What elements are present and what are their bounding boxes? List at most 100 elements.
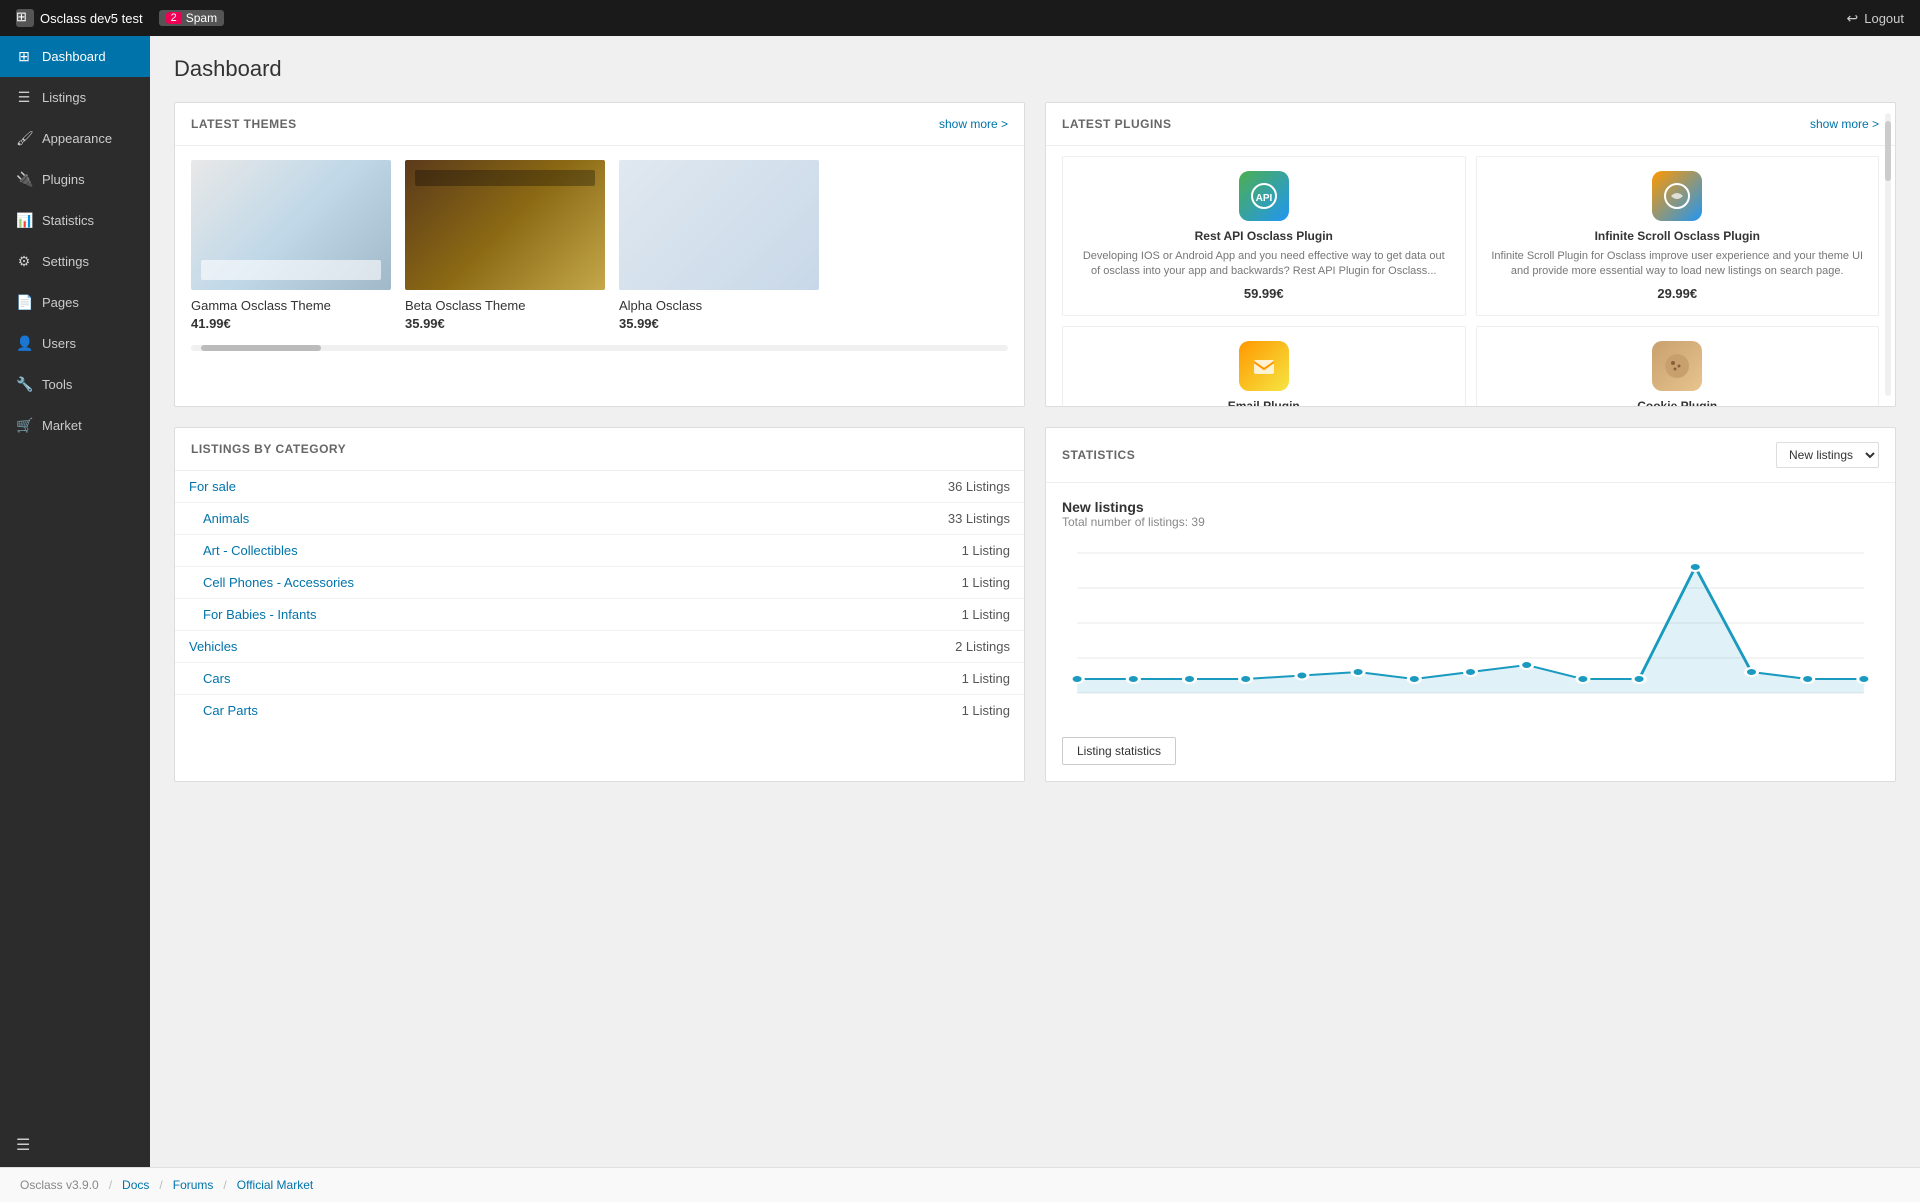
- statistics-body: New listings Total number of listings: 3…: [1046, 483, 1895, 781]
- sidebar-item-statistics[interactable]: 📊 Statistics: [0, 200, 150, 241]
- statistics-section-title: STATISTICS: [1062, 448, 1135, 462]
- theme-price-3: 35.99€: [619, 316, 819, 331]
- category-name[interactable]: Art - Collectibles: [175, 535, 754, 567]
- statistics-chart-title: New listings: [1062, 499, 1879, 515]
- theme-name-2: Beta Osclass Theme: [405, 298, 605, 313]
- sidebar-icon-plugins: 🔌: [16, 171, 32, 188]
- category-name[interactable]: Vehicles: [175, 631, 754, 663]
- sidebar-label-market: Market: [42, 418, 82, 433]
- sidebar-label-settings: Settings: [42, 254, 89, 269]
- sidebar-icon-listings: ☰: [16, 89, 32, 106]
- listings-by-category-card: LISTINGS BY CATEGORY For sale36 Listings…: [174, 427, 1025, 782]
- sidebar-item-pages[interactable]: 📄Pages: [0, 282, 150, 323]
- sidebar-label-statistics: Statistics: [42, 213, 94, 228]
- listings-category-title: LISTINGS BY CATEGORY: [191, 442, 346, 456]
- themes-show-more[interactable]: show more >: [939, 117, 1008, 131]
- table-row: Vehicles2 Listings: [175, 631, 1024, 663]
- sidebar: ⊞ Dashboard ☰Listings🖌Appearance 🔌 Plugins 📊 S…: [0, 36, 150, 1167]
- table-row: Cars1 Listing: [175, 663, 1024, 695]
- category-name[interactable]: Animals: [175, 503, 754, 535]
- category-name[interactable]: Cars: [175, 663, 754, 695]
- logout-icon: ↩: [1847, 10, 1859, 27]
- sidebar-item-settings[interactable]: ⚙ Settings: [0, 241, 150, 282]
- plugin-name-2: Infinite Scroll Osclass Plugin: [1491, 229, 1865, 243]
- listings-category-body: For sale36 ListingsAnimals33 ListingsArt…: [175, 471, 1024, 726]
- plugin-item-1: API Rest API Osclass Plugin Developing I…: [1062, 156, 1466, 316]
- statistics-chart: [1062, 543, 1879, 723]
- category-count: 1 Listing: [754, 663, 1024, 695]
- sidebar-icon-market: 🛒: [16, 417, 32, 434]
- theme-price-2: 35.99€: [405, 316, 605, 331]
- table-row: Art - Collectibles1 Listing: [175, 535, 1024, 567]
- sidebar-item-users[interactable]: 👤Users: [0, 323, 150, 364]
- sidebar-icon-users: 👤: [16, 335, 32, 352]
- footer-forums-link[interactable]: Forums: [173, 1178, 214, 1192]
- sidebar-item-market[interactable]: 🛒 Market: [0, 405, 150, 446]
- statistics-card-header: STATISTICS New listings Views Clicks: [1046, 428, 1895, 483]
- sidebar-icon-tools: 🔧: [16, 376, 32, 393]
- sidebar-icon-settings: ⚙: [16, 253, 32, 270]
- plugin-price-2: 29.99€: [1491, 286, 1865, 301]
- plugins-scrollbar-thumb: [1885, 121, 1891, 181]
- theme-name-1: Gamma Osclass Theme: [191, 298, 391, 313]
- plugins-container: API Rest API Osclass Plugin Developing I…: [1046, 146, 1895, 406]
- plugin-item-3: Email Plugin: [1062, 326, 1466, 406]
- plugins-scrollbar-track[interactable]: [1885, 113, 1891, 396]
- table-row: For Babies - Infants1 Listing: [175, 599, 1024, 631]
- footer-version: Osclass v3.9.0: [20, 1178, 99, 1192]
- plugins-section-title: LATEST PLUGINS: [1062, 117, 1171, 131]
- plugin-desc-1: Developing IOS or Android App and you ne…: [1077, 249, 1451, 280]
- themes-scrollbar[interactable]: [191, 345, 1008, 351]
- topbar: ⊞ Osclass dev5 test 2 Spam ↩ Logout: [0, 0, 1920, 36]
- theme-thumbnail-3: [619, 160, 819, 290]
- plugin-icon-cookie: [1652, 341, 1702, 391]
- sidebar-item-listings[interactable]: ☰Listings: [0, 77, 150, 118]
- statistics-dropdown[interactable]: New listings Views Clicks: [1776, 442, 1879, 468]
- sidebar-item-plugins[interactable]: 🔌 Plugins: [0, 159, 150, 200]
- page-title: Dashboard: [174, 56, 1896, 82]
- topbar-left: ⊞ Osclass dev5 test 2 Spam: [16, 9, 224, 27]
- table-row: For sale36 Listings: [175, 471, 1024, 503]
- plugin-icon-api: API: [1239, 171, 1289, 221]
- sidebar-item-dashboard[interactable]: ⊞ Dashboard: [0, 36, 150, 77]
- sidebar-toggle[interactable]: ☰: [0, 1123, 150, 1167]
- listing-statistics-button[interactable]: Listing statistics: [1062, 737, 1176, 765]
- theme-item-3: Alpha Osclass 35.99€: [619, 160, 819, 331]
- theme-item-2: Beta Osclass Theme 35.99€: [405, 160, 605, 331]
- theme-thumbnail-2: [405, 160, 605, 290]
- table-row: Cell Phones - Accessories1 Listing: [175, 567, 1024, 599]
- site-icon: ⊞: [16, 9, 34, 27]
- spam-badge[interactable]: 2 Spam: [159, 10, 224, 26]
- listings-table: For sale36 ListingsAnimals33 ListingsArt…: [175, 471, 1024, 726]
- plugin-icon-scroll: [1652, 171, 1702, 221]
- spam-label: Spam: [186, 11, 217, 25]
- main-content: Dashboard LATEST THEMES show more > Gamm…: [150, 36, 1920, 1167]
- category-count: 1 Listing: [754, 695, 1024, 727]
- site-name[interactable]: ⊞ Osclass dev5 test: [16, 9, 143, 27]
- sidebar-item-appearance[interactable]: 🖌Appearance: [0, 118, 150, 159]
- plugins-show-more[interactable]: show more >: [1810, 117, 1879, 131]
- plugin-icon-email: [1239, 341, 1289, 391]
- sidebar-label-dashboard: Dashboard: [42, 49, 106, 64]
- theme-thumbnail-1: [191, 160, 391, 290]
- category-name[interactable]: Car Parts: [175, 695, 754, 727]
- logout-button[interactable]: Logout: [1864, 11, 1904, 26]
- layout: ⊞ Dashboard ☰Listings🖌Appearance 🔌 Plugins 📊 S…: [0, 36, 1920, 1167]
- footer-docs-link[interactable]: Docs: [122, 1178, 149, 1192]
- footer-market-link[interactable]: Official Market: [237, 1178, 313, 1192]
- sidebar-label-tools: Tools: [42, 377, 72, 392]
- sidebar-label-plugins: Plugins: [42, 172, 85, 187]
- statistics-chart-subtitle: Total number of listings: 39: [1062, 515, 1879, 529]
- table-row: Car Parts1 Listing: [175, 695, 1024, 727]
- sidebar-icon-statistics: 📊: [16, 212, 32, 229]
- category-name[interactable]: For sale: [175, 471, 754, 503]
- table-row: Animals33 Listings: [175, 503, 1024, 535]
- sidebar-item-tools[interactable]: 🔧 Tools: [0, 364, 150, 405]
- plugin-item-4: Cookie Plugin: [1476, 326, 1880, 406]
- category-name[interactable]: For Babies - Infants: [175, 599, 754, 631]
- plugin-name-4: Cookie Plugin: [1491, 399, 1865, 406]
- sidebar-label-pages: Pages: [42, 295, 79, 310]
- category-name[interactable]: Cell Phones - Accessories: [175, 567, 754, 599]
- sidebar-icon-dashboard: ⊞: [16, 48, 32, 65]
- footer: Osclass v3.9.0 / Docs / Forums / Officia…: [0, 1167, 1920, 1202]
